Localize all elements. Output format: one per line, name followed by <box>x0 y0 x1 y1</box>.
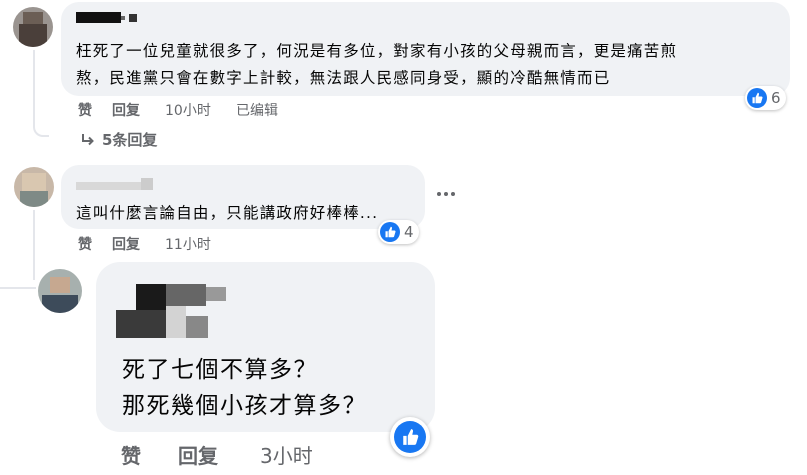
comment-bubble: 這叫什麼言論自由，只能講政府好棒棒... <box>61 165 425 229</box>
view-replies-link[interactable]: 5条回复 <box>80 129 157 150</box>
avatar[interactable] <box>13 7 53 47</box>
reply-bubble: 死了七個不算多？ 那死幾個小孩才算多？ <box>96 262 435 432</box>
reply-text: 那死幾個小孩才算多？ <box>122 393 367 419</box>
reply-button[interactable]: 回复 <box>112 234 140 254</box>
like-reaction-icon <box>747 88 767 108</box>
reaction-summary[interactable]: 4 <box>378 220 419 244</box>
avatar[interactable] <box>38 269 82 313</box>
like-reaction-icon <box>394 421 426 453</box>
comment-text: 熬，民進黨只會在數字上計較，無法跟人民感同身受，顯的冷酷無情而已 <box>76 69 611 87</box>
more-options-button[interactable] <box>437 192 455 196</box>
reply-button[interactable]: 回复 <box>178 440 218 469</box>
avatar[interactable] <box>14 167 54 207</box>
edited-label: 已编辑 <box>236 103 278 119</box>
view-replies-label: 5条回复 <box>102 131 158 149</box>
comment-timestamp[interactable]: 3小时 <box>260 440 313 469</box>
reply-arrow-icon <box>82 133 94 145</box>
comment-timestamp[interactable]: 10小时 <box>165 100 211 120</box>
reply-button[interactable]: 回复 <box>112 100 140 120</box>
like-button[interactable]: 赞 <box>78 100 92 120</box>
author-name-blurred[interactable] <box>76 12 121 23</box>
like-button[interactable]: 赞 <box>78 234 92 254</box>
comment-bubble: 枉死了一位兒童就很多了，何況是有多位，對家有小孩的父母親而言，更是痛苦煎 熬，民… <box>61 2 790 96</box>
more-horizontal-icon <box>437 192 455 196</box>
comment-text: 這叫什麼言論自由，只能講政府好棒棒... <box>76 204 379 222</box>
like-reaction-icon <box>380 222 400 242</box>
reaction-summary[interactable] <box>390 417 430 457</box>
reply-text: 死了七個不算多？ <box>122 357 318 383</box>
thread-line <box>33 50 49 137</box>
thread-line <box>0 287 36 289</box>
author-name-blurred[interactable] <box>76 182 141 190</box>
comment-timestamp[interactable]: 11小时 <box>165 234 211 254</box>
like-button[interactable]: 赞 <box>121 440 141 469</box>
thread-line <box>33 210 35 280</box>
comment-text: 枉死了一位兒童就很多了，何況是有多位，對家有小孩的父母親而言，更是痛苦煎 <box>76 42 678 60</box>
reaction-summary[interactable]: 6 <box>745 86 786 110</box>
reaction-count: 6 <box>771 89 781 107</box>
reaction-count: 4 <box>404 223 414 241</box>
